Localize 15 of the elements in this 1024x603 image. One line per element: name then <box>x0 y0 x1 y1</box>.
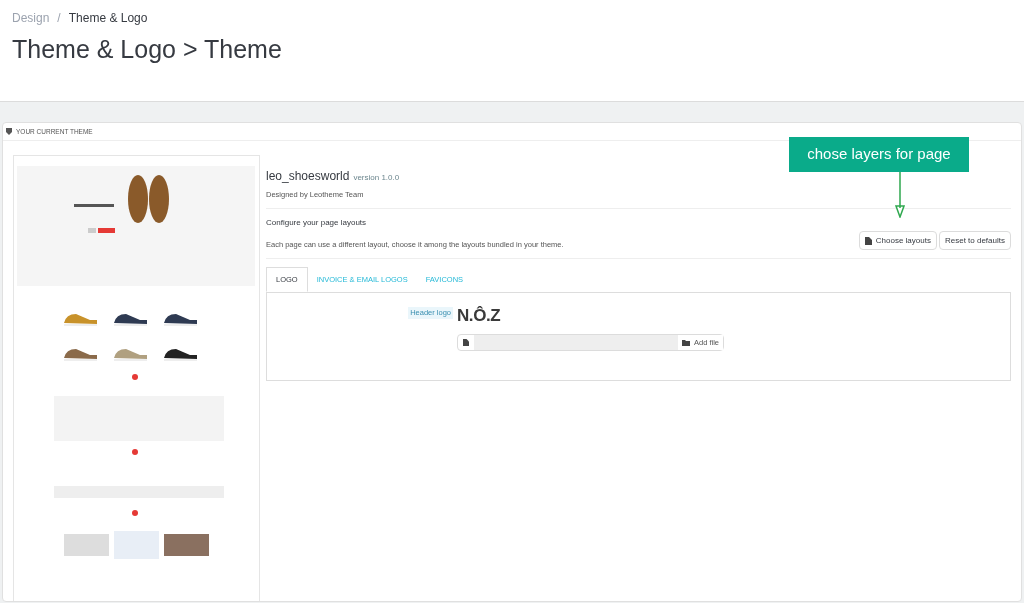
file-icon <box>864 236 872 245</box>
folder-icon <box>681 339 690 346</box>
theme-version: version 1.0.0 <box>353 172 400 184</box>
shield-icon <box>6 128 12 135</box>
layout-button[interactable]: Reset to defaults <box>938 231 1011 251</box>
callout: chose layers for page <box>789 137 969 172</box>
header-logo: N.Ô.Z <box>457 307 502 325</box>
breadcrumb-separator: / <box>57 10 61 27</box>
layout-button[interactable]: Choose layouts <box>858 231 937 251</box>
page-title: Theme & Logo > Theme <box>12 34 283 65</box>
file-icon <box>463 339 469 347</box>
breadcrumb-item: Theme & Logo <box>68 10 148 27</box>
layouts-heading: Configure your page layouts <box>266 217 368 230</box>
callout-arrow <box>895 172 905 218</box>
theme-name: leo_shoesworld <box>266 168 350 185</box>
